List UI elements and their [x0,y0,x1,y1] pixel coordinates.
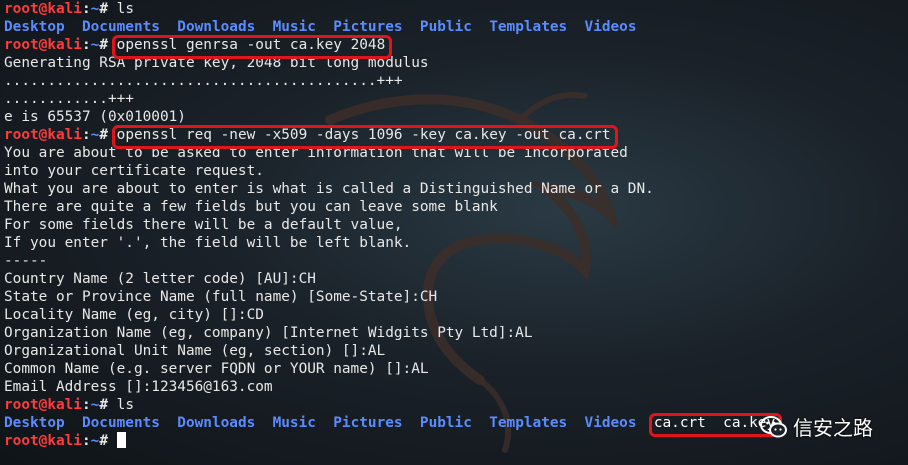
terminal-line: ............+++ [4,90,904,108]
output-text: Email Address []:123456@163.com [4,379,273,395]
directory-entry: Videos [584,19,637,35]
terminal-line: State or Province Name (full name) [Some… [4,288,904,306]
output-text: For some fields there will be a default … [4,217,403,233]
terminal-line: Email Address []:123456@163.com [4,378,904,396]
terminal-line: Desktop Documents Downloads Music Pictur… [4,18,904,36]
terminal-line: into your certificate request. [4,162,904,180]
output-text: Country Name (2 letter code) [AU]:CH [4,271,316,287]
output-text: What you are about to enter is what is c… [4,181,654,197]
directory-entry: Documents [81,19,160,35]
terminal-line: What you are about to enter is what is c… [4,180,904,198]
output-text: Locality Name (eg, city) []:CD [4,307,264,323]
terminal-line: You are about to be asked to enter infor… [4,144,904,162]
prompt-user: root@kali [4,37,82,53]
prompt-symbol: # [99,397,117,413]
terminal-line: Common Name (e.g. server FQDN or YOUR na… [4,360,904,378]
prompt-symbol: # [99,127,117,143]
watermark-text: 信安之路 [793,416,873,440]
directory-entry: Templates [489,19,568,35]
directory-entry: Music [272,19,316,35]
directory-entry: Pictures [333,415,403,431]
output-text: Organizational Unit Name (eg, section) [… [4,343,386,359]
prompt-colon: : [81,37,91,53]
wechat-icon [760,415,787,437]
terminal-line: If you enter '.', the field will be left… [4,234,904,252]
terminal-output[interactable]: root@kali:~# ls Desktop Documents Downloa… [4,0,904,450]
terminal-line: root@kali:~# ls [4,0,904,18]
output-text: ----- [4,253,48,269]
prompt-user: root@kali [4,397,82,413]
terminal-line: For some fields there will be a default … [4,216,904,234]
watermark: 信安之路 [759,412,873,441]
directory-entry: Documents [81,415,160,431]
prompt-user: root@kali [4,127,82,143]
directory-entry: Pictures [333,19,403,35]
directory-entry: Downloads [177,19,256,35]
directory-entry: Downloads [177,415,256,431]
output-text: Common Name (e.g. server FQDN or YOUR na… [4,361,429,377]
prompt-colon: : [81,433,91,449]
prompt-user: root@kali [4,433,82,449]
output-text: into your certificate request. [4,163,264,179]
terminal-line: Organizational Unit Name (eg, section) [… [4,342,904,360]
prompt-symbol: # [99,433,117,449]
prompt-symbol: # [99,37,117,53]
prompt-colon: : [81,1,91,17]
terminal-line: Country Name (2 letter code) [AU]:CH [4,270,904,288]
prompt-symbol: # [99,1,117,17]
directory-entry: Public [419,415,472,431]
output-text: There are quite a few fields but you can… [4,199,498,215]
terminal-line: Locality Name (eg, city) []:CD [4,306,904,324]
highlighted-command: openssl req -new -x509 -days 1096 -key c… [116,127,611,143]
output-text: State or Province Name (full name) [Some… [4,289,438,305]
command-text: ls [116,397,134,413]
output-text: Organization Name (eg, company) [Interne… [4,325,533,341]
prompt-user: root@kali [4,1,82,17]
terminal-line: Organization Name (eg, company) [Interne… [4,324,904,342]
directory-entry: Desktop [4,19,65,35]
terminal-line: There are quite a few fields but you can… [4,198,904,216]
output-text: ........................................… [4,73,403,89]
prompt-colon: : [81,127,91,143]
output-text: ............+++ [4,91,134,107]
terminal-line: ........................................… [4,72,904,90]
output-text: If you enter '.', the field will be left… [4,235,412,251]
terminal-line: ----- [4,252,904,270]
directory-entry: Desktop [4,415,65,431]
directory-entry: Public [419,19,472,35]
terminal-line: e is 65537 (0x010001) [4,108,904,126]
highlighted-command: openssl genrsa -out ca.key 2048 [116,37,386,53]
output-text: e is 65537 (0x010001) [4,109,186,125]
file-entry: ca.crt [653,415,706,431]
terminal-line: root@kali:~# openssl genrsa -out ca.key … [4,36,904,54]
prompt-colon: : [81,397,91,413]
terminal-line: root@kali:~# openssl req -new -x509 -day… [4,126,904,144]
command-text: ls [116,1,134,17]
output-text: You are about to be asked to enter infor… [4,145,628,161]
output-text: Generating RSA private key, 2048 bit lon… [4,55,429,71]
text-cursor[interactable] [116,432,126,448]
terminal-line: Generating RSA private key, 2048 bit lon… [4,54,904,72]
directory-entry: Music [272,415,316,431]
directory-entry: Videos [584,415,637,431]
directory-entry: Templates [489,415,568,431]
